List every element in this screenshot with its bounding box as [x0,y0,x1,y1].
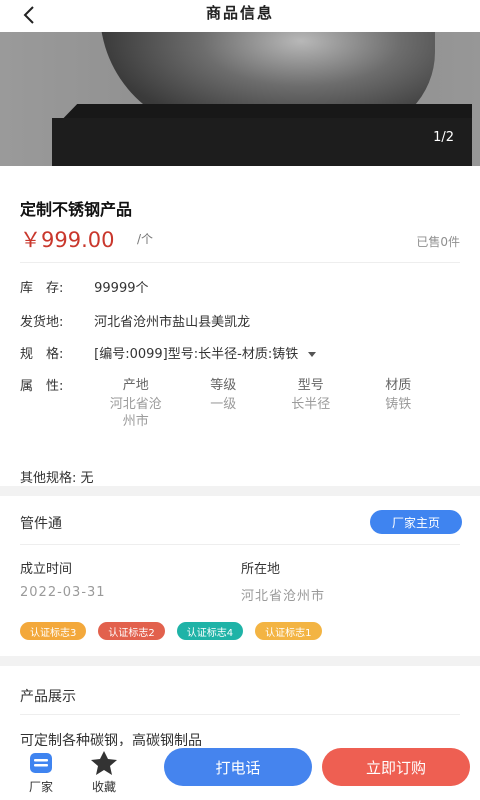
product-showcase-card: 产品展示 可定制各种碳钢，高碳钢制品 [0,666,480,749]
attr-value-material: 铸铁 [385,397,412,412]
spec-value: [编号:0099]型号:长半径-材质:铸铁 [94,347,299,362]
order-now-button[interactable]: 立即订购 [322,748,470,786]
manufacturer-name: 管件通 [20,516,62,532]
attr-value-origin: 河北省沧州市 [109,397,162,429]
certification-badges: 认证标志3 认证标志2 认证标志4 认证标志1 [20,622,322,640]
product-info-card: 定制不锈钢产品 ￥999.00 /个 已售0件 库 存: 99999个 发货地:… [0,166,480,486]
divider [20,544,460,545]
factory-icon [30,753,52,773]
call-button[interactable]: 打电话 [164,748,312,786]
caret-down-icon [308,352,317,357]
showcase-title: 产品展示 [20,689,76,705]
pedestal [52,118,472,166]
spec-selector[interactable]: 规 格: [编号:0099]型号:长半径-材质:铸铁 [20,343,317,362]
factory-tab[interactable]: 厂家 [16,750,66,795]
bottom-action-bar: 厂家 收藏 打电话 立即订购 [0,746,480,800]
stock-row: 库 存: 99999个 [20,277,149,296]
other-specs: 其他规格: 无 [20,471,94,486]
certification-badge: 认证标志4 [176,622,244,640]
founded-value: 2022-03-31 [20,585,106,600]
sold-count: 已售0件 [416,235,460,249]
price-unit: /个 [137,232,154,246]
attr-header-material: 材质 [385,378,412,393]
attr-value-grade: 一级 [210,397,237,412]
favorite-tab[interactable]: 收藏 [79,750,129,795]
product-image-gallery[interactable]: 1/2 [0,32,480,166]
attributes-table: 产地 等级 型号 材质 河北省沧州市 一级 长半径 铸铁 [92,374,442,430]
ship-from-row: 发货地: 河北省沧州市盐山县美凯龙 [20,311,250,330]
product-price: ￥999.00 [20,228,115,252]
star-icon [91,751,117,775]
divider [20,714,460,715]
certification-badge: 认证标志1 [255,622,322,640]
location-label: 所在地 [241,562,281,577]
spec-label: 规 格: [20,347,64,362]
favorite-tab-label: 收藏 [91,780,116,794]
manufacturer-home-button[interactable]: 厂家主页 [370,510,462,534]
product-title: 定制不锈钢产品 [20,200,133,219]
attr-header-origin: 产地 [122,378,149,393]
top-header: 商品信息 [0,0,480,32]
attr-value-model: 长半径 [291,397,331,412]
manufacturer-card: 管件通 厂家主页 成立时间 2022-03-31 所在地 河北省沧州市 认证标志… [0,496,480,656]
ship-from-label: 发货地: [20,315,64,330]
attr-header-model: 型号 [297,378,324,393]
factory-tab-label: 厂家 [28,780,53,794]
location-value: 河北省沧州市 [241,589,326,604]
certification-badge: 认证标志3 [20,622,87,640]
divider [20,262,460,263]
page-title: 商品信息 [205,4,274,22]
attributes-row: 属 性: [20,375,90,394]
founded-label: 成立时间 [20,562,73,577]
attributes-label: 属 性: [20,379,64,394]
stock-label: 库 存: [20,281,64,296]
stock-value: 99999个 [94,281,149,296]
image-counter: 1/2 [433,130,454,145]
attr-header-grade: 等级 [210,378,237,393]
certification-badge: 认证标志2 [98,622,165,640]
ship-from-value: 河北省沧州市盐山县美凯龙 [94,315,251,330]
